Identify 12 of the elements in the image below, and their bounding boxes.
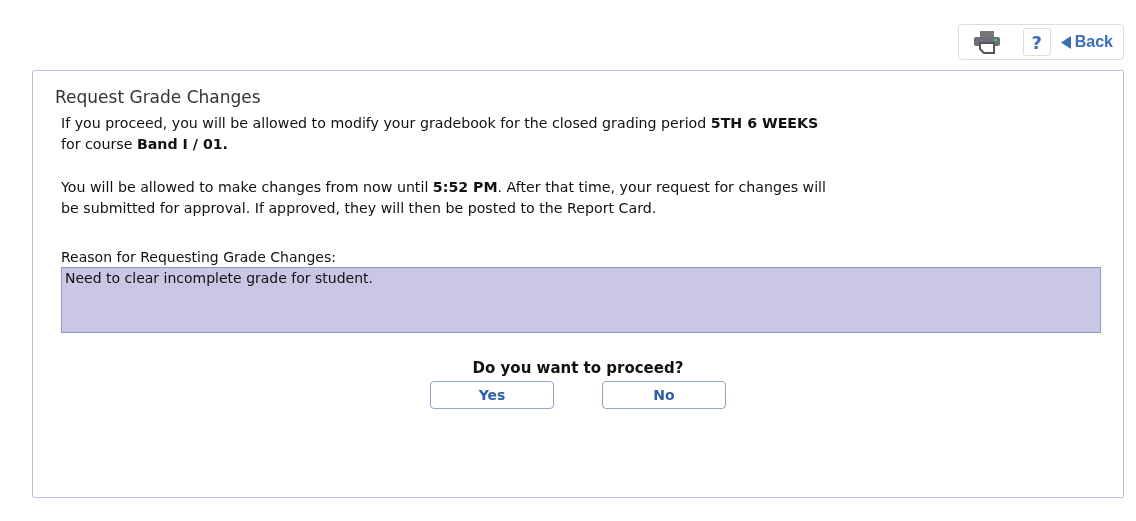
printer-icon[interactable]: [972, 30, 1001, 54]
answer-button[interactable]: No: [602, 381, 726, 409]
info-paragraph: If you proceed, you will be allowed to modify your gradebook for the closed grading period 5TH 6 WEEKS for course Band I / 01.: [61, 114, 820, 154]
back-link[interactable]: Back: [1060, 33, 1113, 51]
proceed-question: Do you want to proceed?: [471, 359, 685, 377]
panel-title: Request Grade Changes: [55, 87, 262, 107]
answer-button[interactable]: Yes: [430, 381, 554, 409]
reason-label: Reason for Requesting Grade Changes:: [61, 249, 337, 265]
reason-field[interactable]: Need to clear incomplete grade for student.: [61, 267, 1101, 333]
info-paragraph: You will be allowed to make changes from now until 5:52 PM. After that time, your request for changes will be submitted for approval. If approved, they will then be posted to the Report Card.: [61, 178, 827, 218]
left-triangle-icon: [1060, 35, 1071, 49]
help-button[interactable]: ?: [1022, 28, 1051, 56]
